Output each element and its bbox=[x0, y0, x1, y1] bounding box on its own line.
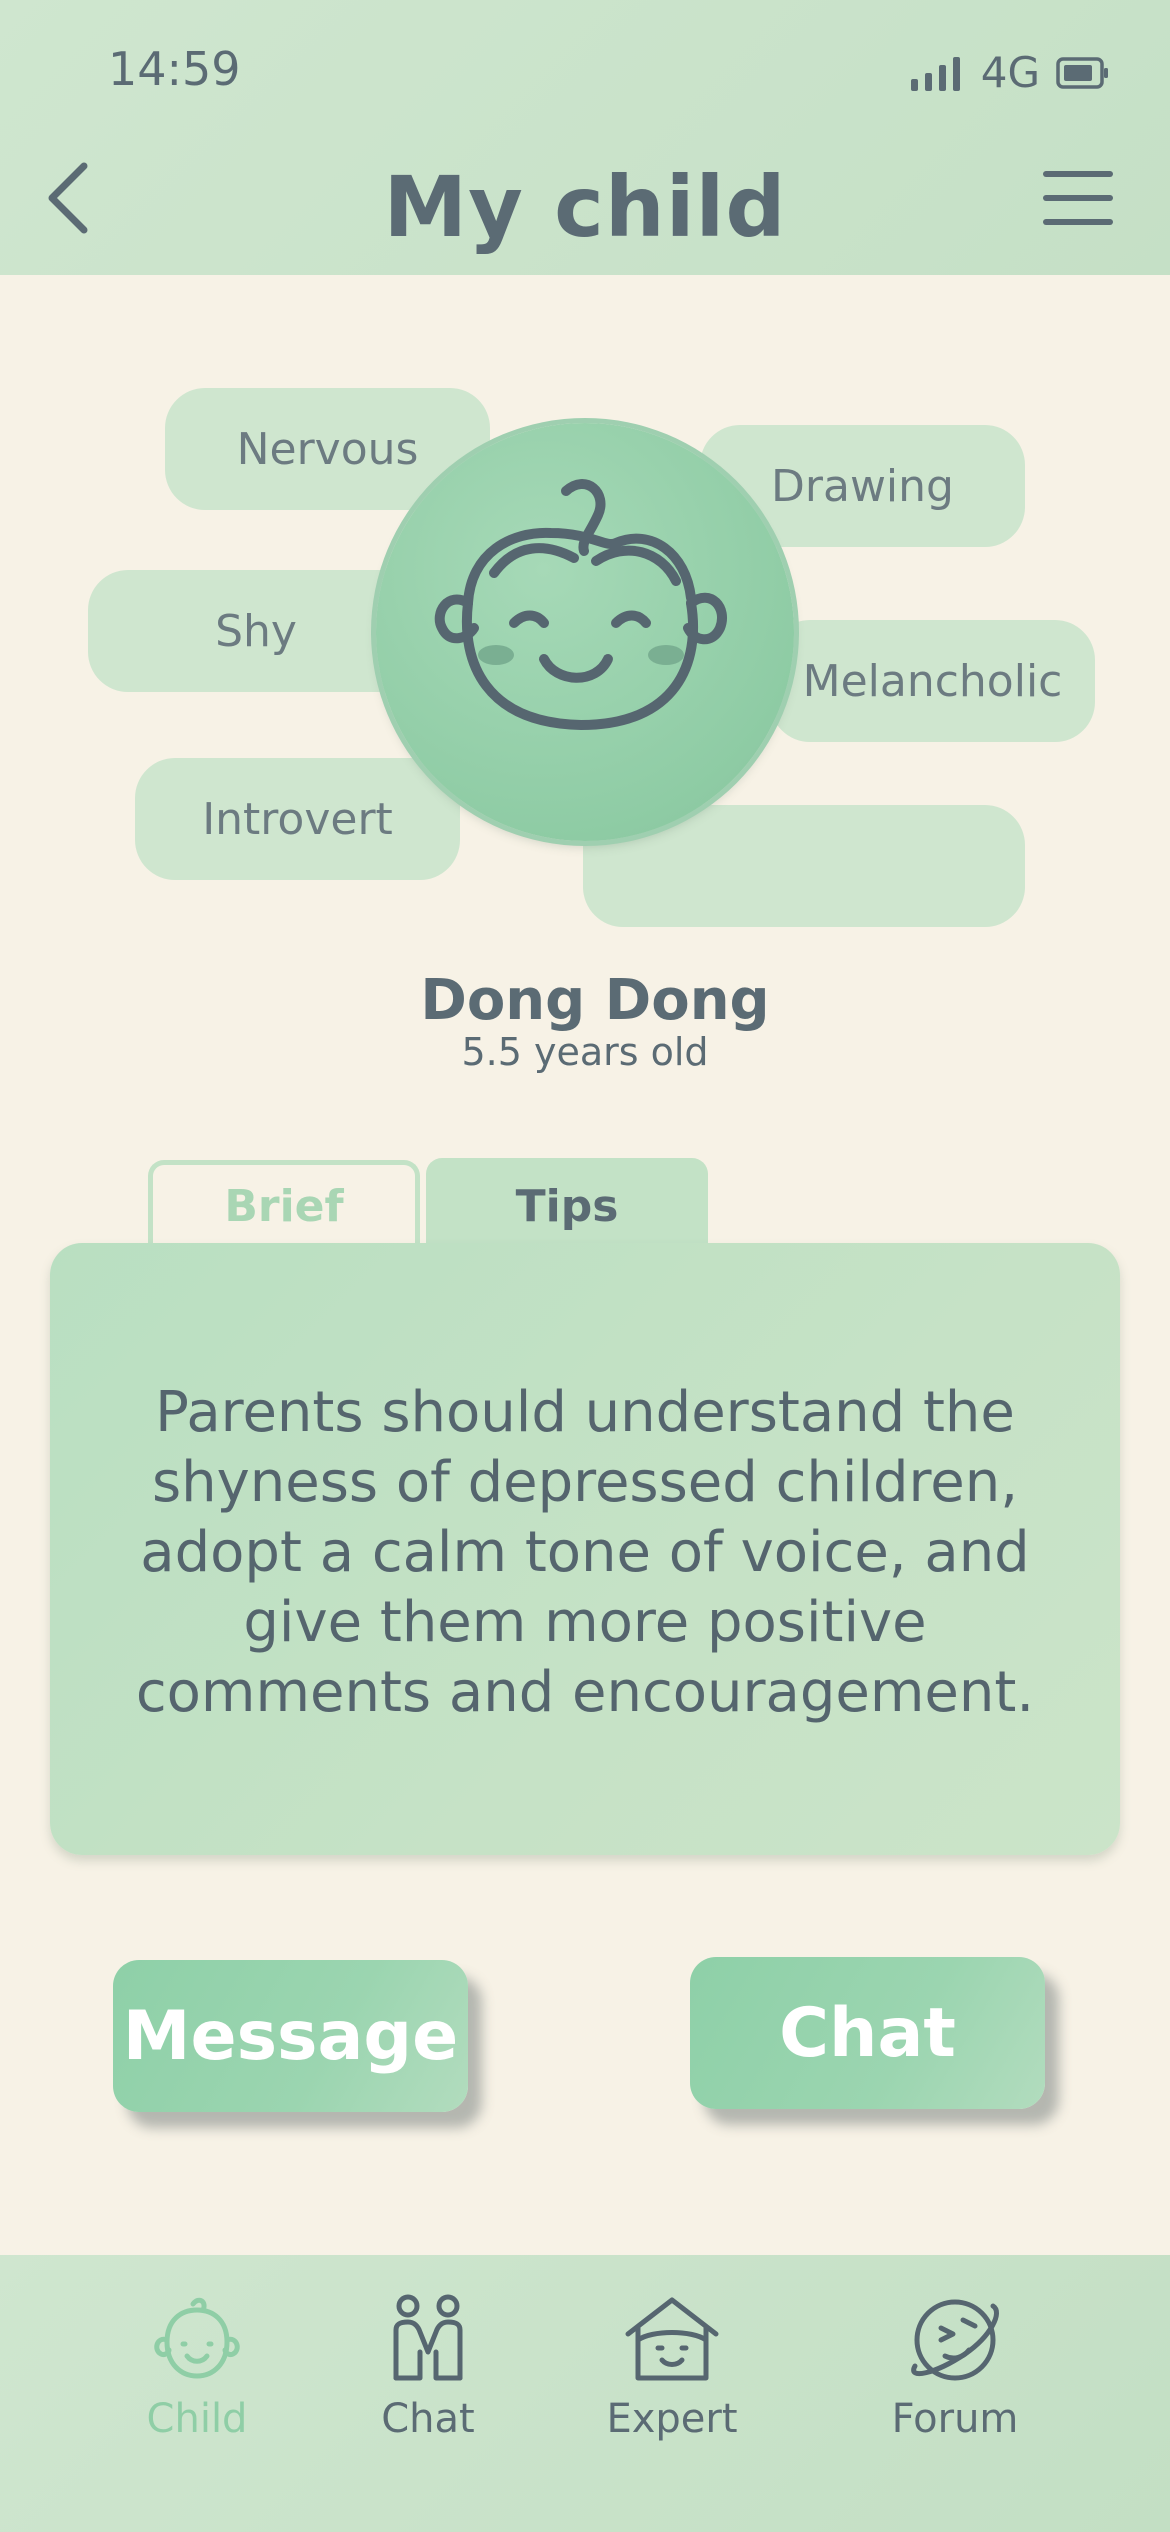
nav-label-expert: Expert bbox=[606, 2396, 738, 2442]
page-title: My child bbox=[383, 158, 787, 256]
tips-card: Parents should understand the shyness of… bbox=[50, 1243, 1120, 1855]
nav-item-forum[interactable]: Forum bbox=[855, 2290, 1055, 2442]
tip-text: Parents should understand the shyness of… bbox=[135, 1380, 1035, 1725]
battery-icon bbox=[1056, 56, 1108, 89]
planet-icon bbox=[911, 2299, 999, 2381]
nav-label-child: Child bbox=[146, 2396, 248, 2442]
message-button[interactable]: Message bbox=[113, 1960, 468, 2112]
tab-tips[interactable]: Tips bbox=[426, 1158, 708, 1254]
status-time: 14:59 bbox=[108, 42, 241, 96]
nav-item-expert[interactable]: Expert bbox=[572, 2290, 772, 2442]
child-face-icon bbox=[434, 479, 727, 730]
child-face-icon bbox=[154, 2297, 240, 2379]
bottom-nav: Child Chat Expert Forum bbox=[0, 2255, 1170, 2532]
nav-item-child[interactable]: Child bbox=[97, 2290, 297, 2442]
house-icon bbox=[625, 2297, 719, 2381]
trait-bubble-shy[interactable]: Shy bbox=[88, 570, 424, 692]
nav-label-forum: Forum bbox=[891, 2396, 1019, 2442]
status-bar-right: 4G bbox=[909, 48, 1110, 97]
child-avatar[interactable] bbox=[376, 423, 794, 841]
chat-button[interactable]: Chat bbox=[690, 1957, 1045, 2109]
nav-label-chat: Chat bbox=[381, 2396, 475, 2442]
people-icon bbox=[393, 2294, 463, 2381]
nav-item-chat[interactable]: Chat bbox=[328, 2290, 528, 2442]
hamburger-menu-icon bbox=[1043, 171, 1113, 225]
signal-icon bbox=[910, 56, 960, 91]
tab-brief[interactable]: Brief bbox=[148, 1160, 420, 1248]
child-name: Dong Dong bbox=[420, 968, 770, 1033]
menu-button[interactable] bbox=[1042, 168, 1114, 228]
network-label: 4G bbox=[980, 48, 1040, 97]
child-age: 5.5 years old bbox=[461, 1030, 709, 1074]
app-header: 14:59 4G My child bbox=[0, 0, 1170, 275]
trait-bubble-melancholic[interactable]: Melancholic bbox=[770, 620, 1095, 742]
